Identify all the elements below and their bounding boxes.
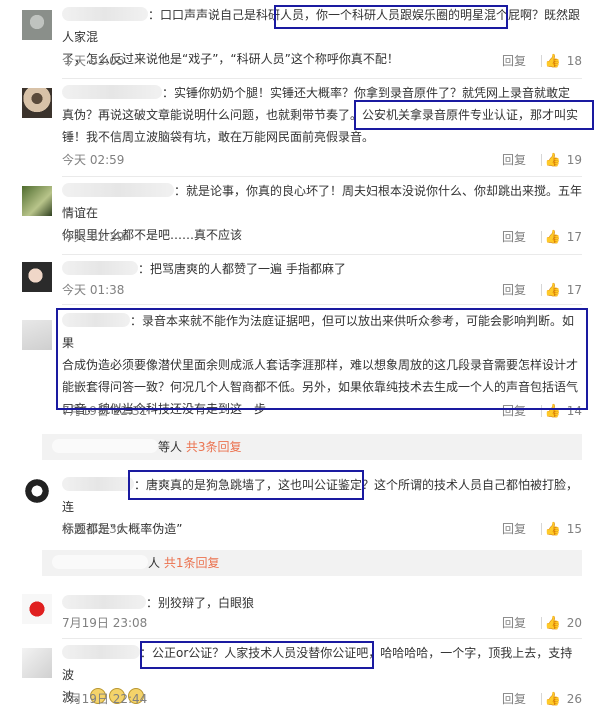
reply-button[interactable]: 回复: [502, 520, 526, 538]
like-button[interactable]: 👍 15: [538, 520, 582, 539]
comment-meta: 今天 02:59 回复 👍 19: [62, 151, 582, 169]
like-count: 18: [566, 54, 582, 68]
reply-button[interactable]: 回复: [502, 151, 526, 169]
avatar[interactable]: [22, 88, 52, 118]
timestamp: 7月19日 22:31: [62, 404, 148, 418]
timestamp: 今天 03:05: [62, 54, 125, 68]
timestamp: 今天 02:30: [62, 522, 125, 536]
like-count: 20: [566, 616, 582, 630]
reply-button[interactable]: 回复: [502, 402, 526, 420]
timestamp: 今天 02:59: [62, 153, 125, 167]
like-button[interactable]: 👍 18: [538, 52, 582, 71]
reply-button[interactable]: 回复: [502, 690, 526, 708]
avatar[interactable]: [22, 476, 52, 506]
like-button[interactable]: 👍 17: [538, 281, 582, 300]
reply-button[interactable]: 回复: [502, 281, 526, 299]
comment-meta: 今天 01:38 回复 👍 17: [62, 281, 582, 299]
timestamp: 7月19日 22:44: [62, 692, 148, 706]
timestamp: 7月19日 23:08: [62, 616, 148, 630]
username-blurred: [52, 555, 148, 569]
thumbs-up-icon: 👍: [544, 692, 561, 707]
like-count: 26: [566, 692, 582, 706]
like-button[interactable]: 👍 17: [538, 228, 582, 247]
username-blurred: [52, 439, 158, 453]
timestamp: 今天 02:39: [62, 230, 125, 244]
thumbs-up-icon: 👍: [544, 616, 561, 631]
avatar[interactable]: [22, 594, 52, 624]
username-blurred[interactable]: [62, 645, 140, 659]
comment-text: ：别狡辩了，白眼狼: [62, 592, 582, 614]
divider: [62, 254, 582, 255]
comment-meta: 今天 03:05 回复 👍 18: [62, 52, 582, 70]
comment-meta: 今天 02:30 回复 👍 15: [62, 520, 582, 538]
like-count: 19: [566, 153, 582, 167]
avatar[interactable]: [22, 320, 52, 350]
username-blurred[interactable]: [62, 313, 130, 327]
reply-count-link[interactable]: 共1条回复: [164, 556, 220, 570]
thumbs-up-icon: 👍: [544, 522, 561, 537]
avatar[interactable]: [22, 262, 52, 292]
like-button[interactable]: 👍 20: [538, 614, 582, 633]
reply-button[interactable]: 回复: [502, 228, 526, 246]
avatar[interactable]: [22, 648, 52, 678]
username-blurred[interactable]: [62, 595, 146, 609]
like-count: 15: [566, 522, 582, 536]
thumbs-up-icon: 👍: [544, 153, 561, 168]
comment-meta: 今天 02:39 回复 👍 17: [62, 228, 582, 246]
comment-meta: 7月19日 22:31 回复 👍 14: [62, 402, 582, 420]
avatar[interactable]: [22, 10, 52, 40]
thumbs-up-icon: 👍: [544, 230, 561, 245]
comment-text: ：实锤你奶奶个腿！实锤还大概率？你拿到录音原件了？就凭网上录音就敢定 真伪？再说…: [62, 85, 579, 144]
username-blurred[interactable]: [62, 85, 162, 99]
username-blurred[interactable]: [62, 183, 174, 197]
reply-button[interactable]: 回复: [502, 614, 526, 632]
like-button[interactable]: 👍 19: [538, 151, 582, 170]
comment-meta: 7月19日 22:44 回复 👍 26: [62, 690, 582, 708]
like-count: 17: [566, 230, 582, 244]
username-blurred[interactable]: [62, 477, 134, 491]
thumbs-up-icon: 👍: [544, 54, 561, 69]
comment-text: ：把骂唐爽的人都赞了一遍 手指都麻了: [62, 258, 582, 280]
divider: [62, 638, 582, 639]
like-count: 17: [566, 283, 582, 297]
divider: [62, 176, 582, 177]
sub-reply-summary[interactable]: 人 共1条回复: [42, 550, 582, 576]
reply-button[interactable]: 回复: [502, 52, 526, 70]
comment-meta: 7月19日 23:08 回复 👍 20: [62, 614, 582, 632]
username-blurred[interactable]: [62, 261, 138, 275]
like-count: 14: [566, 404, 582, 418]
avatar[interactable]: [22, 186, 52, 216]
like-button[interactable]: 👍 26: [538, 690, 582, 709]
reply-count-link[interactable]: 共3条回复: [186, 440, 242, 454]
like-button[interactable]: 👍 14: [538, 402, 582, 421]
thumbs-up-icon: 👍: [544, 404, 561, 419]
divider: [62, 78, 582, 79]
sub-reply-summary[interactable]: 等人 共3条回复: [42, 434, 582, 460]
thumbs-up-icon: 👍: [544, 283, 561, 298]
divider: [62, 304, 582, 305]
timestamp: 今天 01:38: [62, 283, 125, 297]
username-blurred[interactable]: [62, 7, 148, 21]
